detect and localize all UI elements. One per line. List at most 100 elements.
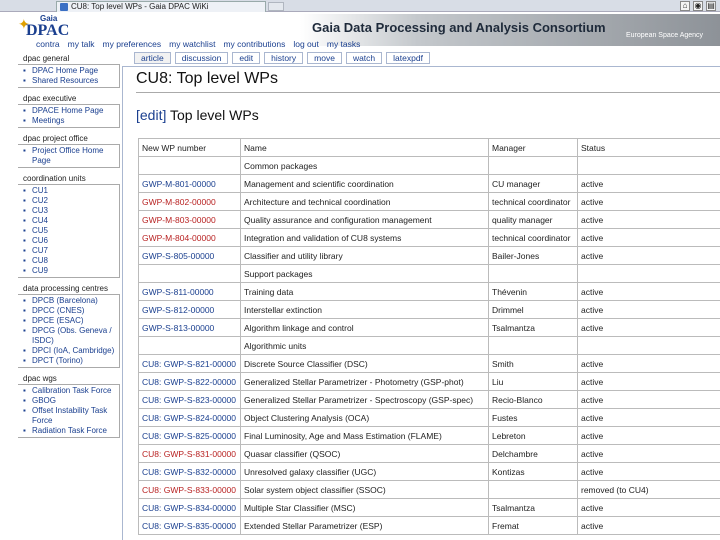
table-row: GWP-M-804-00000 Integration and validatio… <box>138 228 720 247</box>
browser-tab[interactable]: CU8: Top level WPs - Gaia DPAC WiKi <box>56 1 266 12</box>
sidebar-item-cu7[interactable]: CU7 <box>22 246 119 256</box>
sidebar-section-dpac-general: dpac general DPAC Home Page Shared Resou… <box>18 54 120 88</box>
wp-status-cell: active <box>577 354 720 373</box>
wp-manager-cell: Fustes <box>488 408 578 427</box>
wp-name-cell: Generalized Stellar Parametrizer - Photo… <box>240 372 489 391</box>
wp-number-cell[interactable]: CU8: GWP-S-833-00000 <box>138 480 241 499</box>
wp-number-cell[interactable]: CU8: GWP-S-823-00000 <box>138 390 241 409</box>
wp-name-cell: Quality assurance and configuration mana… <box>240 210 489 229</box>
feed-icon[interactable]: ◉ <box>693 1 703 11</box>
wp-manager-cell: Bailer-Jones <box>488 246 578 265</box>
sidebar-heading: coordination units <box>23 174 86 183</box>
section-row: Common packages <box>138 156 720 175</box>
sidebar-item-offset-instability[interactable]: Offset Instability Task Force <box>22 406 119 426</box>
sidebar-item-dpct[interactable]: DPCT (Torino) <box>22 356 119 366</box>
wp-status-cell: active <box>577 210 720 229</box>
sidebar: dpac general DPAC Home Page Shared Resou… <box>18 54 120 540</box>
wp-name-cell: Generalized Stellar Parametrizer - Spect… <box>240 390 489 409</box>
sidebar-item-cu3[interactable]: CU3 <box>22 206 119 216</box>
home-icon[interactable]: ⌂ <box>680 1 690 11</box>
sidebar-section-coordination-units: coordination units CU1 CU2 CU3 CU4 CU5 C… <box>18 174 120 278</box>
sidebar-box: Project Office Home Page <box>18 144 120 168</box>
sidebar-item-gbog[interactable]: GBOG <box>22 396 119 406</box>
sidebar-item-meetings[interactable]: Meetings <box>22 116 119 126</box>
tab-latexpdf[interactable]: latexpdf <box>386 52 430 64</box>
wp-status-cell <box>577 264 720 283</box>
tab-discussion[interactable]: discussion <box>174 52 229 64</box>
wp-number-cell[interactable]: GWP-S-812-00000 <box>138 300 241 319</box>
wp-number-cell[interactable]: CU8: GWP-S-832-00000 <box>138 462 241 481</box>
wp-name-cell: Classifier and utility library <box>240 246 489 265</box>
wp-table-body: Common packages GWP-M-801-00000 Management… <box>138 156 720 535</box>
wp-status-cell: active <box>577 444 720 463</box>
section-heading-text: Top level WPs <box>170 107 259 123</box>
sidebar-item-dpace-home[interactable]: DPACE Home Page <box>22 106 119 116</box>
wp-number-cell[interactable]: CU8: GWP-S-824-00000 <box>138 408 241 427</box>
wp-number-cell[interactable]: GWP-S-813-00000 <box>138 318 241 337</box>
sidebar-item-calibration-task-force[interactable]: Calibration Task Force <box>22 386 119 396</box>
sidebar-item-dpcg[interactable]: DPCG (Obs. Geneva / ISDC) <box>22 326 119 346</box>
wp-name-cell: Discrete Source Classifier (DSC) <box>240 354 489 373</box>
sidebar-item-cu9[interactable]: CU9 <box>22 266 119 276</box>
wp-status-cell: active <box>577 498 720 517</box>
sidebar-item-cu8[interactable]: CU8 <box>22 256 119 266</box>
wp-status-cell: active <box>577 228 720 247</box>
sidebar-item-dpac-home[interactable]: DPAC Home Page <box>22 66 119 76</box>
wp-number-cell[interactable]: GWP-S-811-00000 <box>138 282 241 301</box>
wp-number-cell[interactable]: GWP-S-805-00000 <box>138 246 241 265</box>
table-row: GWP-M-802-00000 Architecture and technica… <box>138 192 720 211</box>
wp-number-cell[interactable]: GWP-M-802-00000 <box>138 192 241 211</box>
wp-number-cell[interactable]: GWP-M-801-00000 <box>138 174 241 193</box>
edit-section-link[interactable]: [edit] <box>136 107 166 123</box>
tab-history[interactable]: history <box>264 52 304 64</box>
wp-name-cell: Multiple Star Classifier (MSC) <box>240 498 489 517</box>
wp-number-cell[interactable]: CU8: GWP-S-834-00000 <box>138 498 241 517</box>
sidebar-item-cu1[interactable]: CU1 <box>22 186 119 196</box>
user-link-contra[interactable]: contra <box>36 39 60 49</box>
browser-tab-bar: CU8: Top level WPs - Gaia DPAC WiKi ⌂ ◉ … <box>0 0 720 12</box>
wp-manager-cell <box>488 156 578 175</box>
sidebar-item-project-office-home[interactable]: Project Office Home Page <box>22 146 119 166</box>
user-link-log-out[interactable]: log out <box>293 39 319 49</box>
sidebar-item-cu2[interactable]: CU2 <box>22 196 119 206</box>
user-link-my-contributions[interactable]: my contributions <box>223 39 285 49</box>
sidebar-item-radiation-task-force[interactable]: Radiation Task Force <box>22 426 119 436</box>
user-link-my-talk[interactable]: my talk <box>68 39 95 49</box>
sidebar-item-cu6[interactable]: CU6 <box>22 236 119 246</box>
wp-number-cell[interactable]: CU8: GWP-S-835-00000 <box>138 516 241 535</box>
sidebar-item-dpcb[interactable]: DPCB (Barcelona) <box>22 296 119 306</box>
tab-article[interactable]: article <box>134 52 171 64</box>
browser-tab-title: CU8: Top level WPs - Gaia DPAC WiKi <box>71 2 209 11</box>
sidebar-item-dpci[interactable]: DPCI (IoA, Cambridge) <box>22 346 119 356</box>
sidebar-item-cu5[interactable]: CU5 <box>22 226 119 236</box>
wp-number-cell[interactable]: GWP-M-804-00000 <box>138 228 241 247</box>
sidebar-box: DPCB (Barcelona) DPCC (CNES) DPCE (ESAC)… <box>18 294 120 368</box>
sidebar-item-cu4[interactable]: CU4 <box>22 216 119 226</box>
wp-status-cell: active <box>577 462 720 481</box>
user-link-my-preferences[interactable]: my preferences <box>103 39 162 49</box>
sidebar-item-dpcc[interactable]: DPCC (CNES) <box>22 306 119 316</box>
table-row: GWP-M-801-00000 Management and scientific… <box>138 174 720 193</box>
wp-manager-cell: Liu <box>488 372 578 391</box>
user-link-my-watchlist[interactable]: my watchlist <box>169 39 215 49</box>
print-icon[interactable]: ▤ <box>706 1 716 11</box>
wp-number-cell[interactable]: CU8: GWP-S-825-00000 <box>138 426 241 445</box>
sidebar-heading: dpac project office <box>23 134 88 143</box>
wp-name-cell: Support packages <box>240 264 489 283</box>
new-tab-button[interactable] <box>268 2 284 11</box>
sidebar-item-dpce[interactable]: DPCE (ESAC) <box>22 316 119 326</box>
wp-name-cell: Object Clustering Analysis (OCA) <box>240 408 489 427</box>
wp-number-cell[interactable]: CU8: GWP-S-831-00000 <box>138 444 241 463</box>
wp-number-cell[interactable]: GWP-M-803-00000 <box>138 210 241 229</box>
wp-number-cell[interactable]: CU8: GWP-S-822-00000 <box>138 372 241 391</box>
tab-watch[interactable]: watch <box>345 52 383 64</box>
title-divider <box>136 92 720 93</box>
tab-edit[interactable]: edit <box>232 52 261 64</box>
table-row: CU8: GWP-S-835-00000 Extended Stellar Par… <box>138 516 720 535</box>
user-link-my-tasks[interactable]: my tasks <box>327 39 361 49</box>
sidebar-item-shared-resources[interactable]: Shared Resources <box>22 76 119 86</box>
tab-move[interactable]: move <box>307 52 342 64</box>
wp-number-cell[interactable]: CU8: GWP-S-821-00000 <box>138 354 241 373</box>
sidebar-box: DPACE Home Page Meetings <box>18 104 120 128</box>
wp-manager-cell: Fremat <box>488 516 578 535</box>
